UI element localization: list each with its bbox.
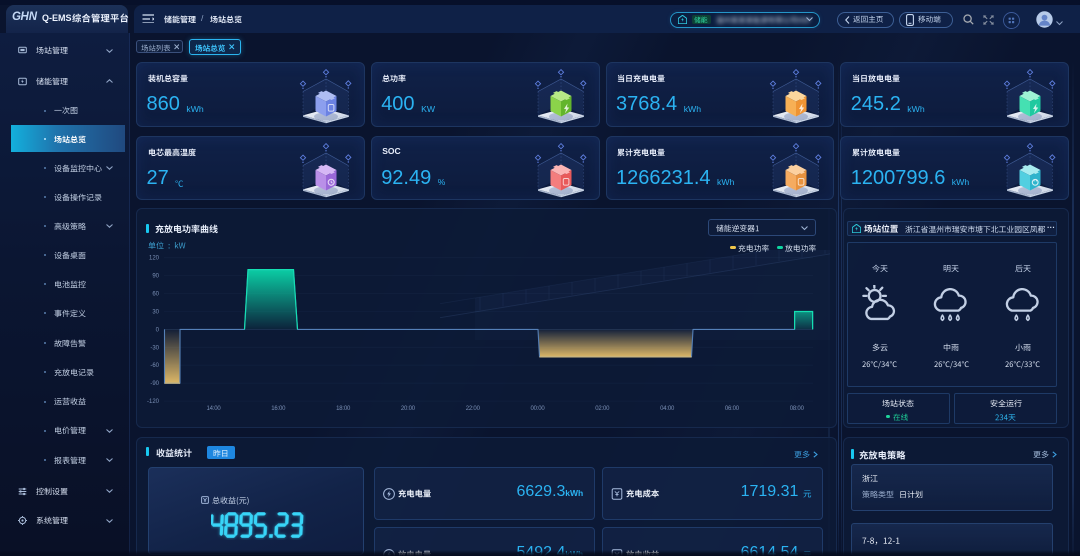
svg-text:08:00: 08:00	[790, 406, 805, 412]
svg-text:22:00: 22:00	[466, 406, 481, 412]
svg-text:20:00: 20:00	[401, 406, 416, 412]
svg-text:60: 60	[152, 292, 159, 298]
svg-text:06:00: 06:00	[725, 406, 740, 412]
svg-text:-90: -90	[150, 381, 159, 387]
svg-text:14:00: 14:00	[206, 406, 221, 412]
svg-text:90: 90	[152, 274, 159, 280]
svg-text:120: 120	[149, 256, 160, 262]
svg-text:16:00: 16:00	[271, 406, 286, 412]
svg-text:18:00: 18:00	[336, 406, 351, 412]
svg-text:-30: -30	[150, 345, 159, 351]
svg-text:-60: -60	[150, 363, 159, 369]
svg-text:-120: -120	[147, 399, 160, 405]
svg-text:04:00: 04:00	[660, 406, 675, 412]
svg-text:0: 0	[156, 327, 160, 333]
svg-text:00:00: 00:00	[530, 406, 545, 412]
svg-text:02:00: 02:00	[595, 406, 610, 412]
svg-text:30: 30	[152, 310, 159, 316]
